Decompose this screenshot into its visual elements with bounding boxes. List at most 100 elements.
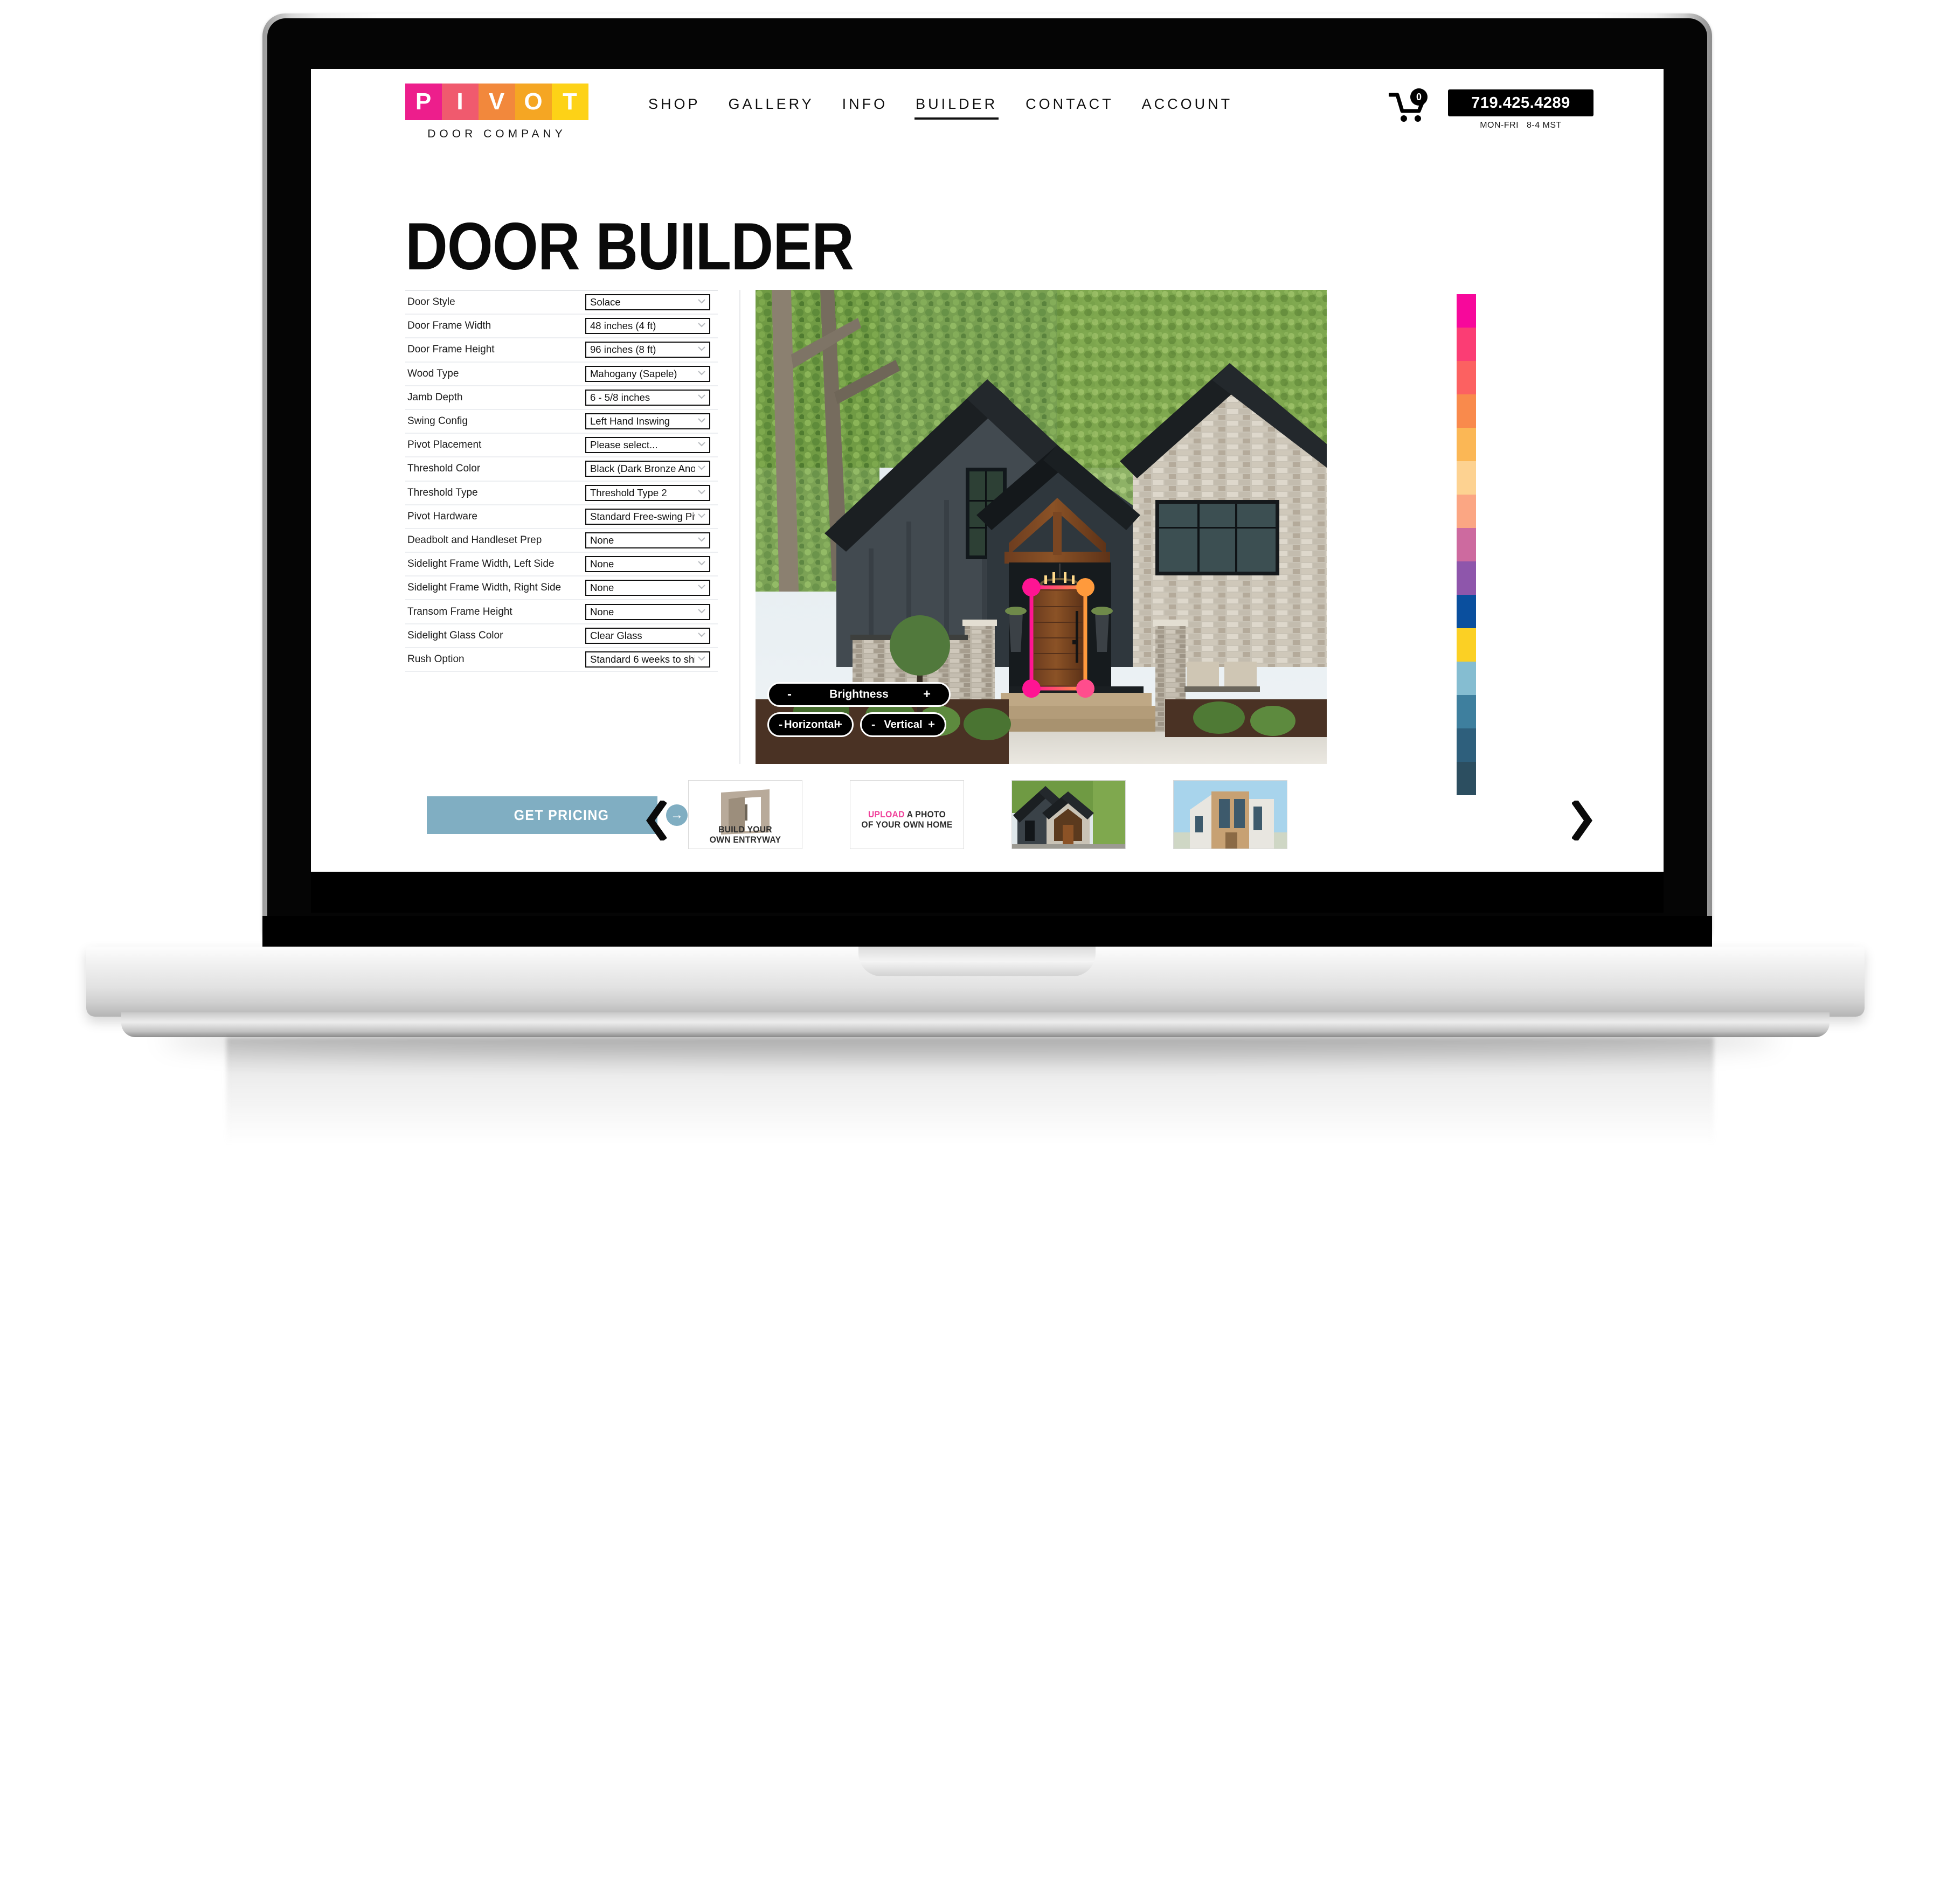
thumb-line1: BUILD YOUR <box>718 824 772 835</box>
form-row: Jamb Depth 6 - 5/8 inches <box>405 386 718 410</box>
select-wood-type[interactable]: Mahogany (Sapele) <box>585 365 710 382</box>
logo-letter-p: P <box>405 84 442 120</box>
chevron-down-icon <box>698 656 705 661</box>
form-row: Swing Config Left Hand Inswing <box>405 410 718 434</box>
position-controls: - Horizontal + - Vertical + <box>767 712 994 737</box>
house-photo-dark <box>1012 781 1125 849</box>
color-swatch[interactable] <box>1457 461 1476 495</box>
chevron-down-icon <box>698 632 705 637</box>
vertical-minus[interactable]: - <box>862 718 875 732</box>
nav-item-contact[interactable]: CONTACT <box>1011 96 1128 120</box>
color-swatch[interactable] <box>1457 495 1476 528</box>
color-swatch[interactable] <box>1457 428 1476 461</box>
select-door-frame-width[interactable]: 48 inches (4 ft) <box>585 318 710 335</box>
brightness-plus[interactable]: + <box>923 687 949 702</box>
color-swatch[interactable] <box>1457 662 1476 695</box>
brightness-control[interactable]: - Brightness + <box>767 682 951 707</box>
select-sidelight-glass-color[interactable]: Clear Glass <box>585 627 710 644</box>
select-sidelight-frame-width-right-side[interactable]: None <box>585 580 710 596</box>
color-swatch[interactable] <box>1457 695 1476 728</box>
carousel-thumb-light-house[interactable] <box>1173 780 1287 849</box>
laptop-mockup: P I V O T DOOR COMPANY SHOP GALLERY INFO… <box>0 0 1940 1904</box>
select-value: Mahogany (Sapele) <box>590 367 677 379</box>
form-row: Door Frame Height 96 inches (8 ft) <box>405 338 718 363</box>
select-jamb-depth[interactable]: 6 - 5/8 inches <box>585 389 710 406</box>
horizontal-plus[interactable]: + <box>835 718 852 732</box>
select-sidelight-frame-width-left-side[interactable]: None <box>585 556 710 573</box>
thumb-pink-word: UPLOAD <box>868 809 905 819</box>
select-pivot-placement[interactable]: Please select... <box>585 437 710 454</box>
color-swatch[interactable] <box>1457 328 1476 361</box>
form-row: Transom Frame Height None <box>405 600 718 624</box>
chevron-down-icon <box>698 465 705 470</box>
nav-item-gallery[interactable]: GALLERY <box>715 96 828 120</box>
select-value: 6 - 5/8 inches <box>590 391 650 403</box>
form-row: Door Frame Width 48 inches (4 ft) <box>405 315 718 339</box>
select-door-style[interactable]: Solace <box>585 294 710 311</box>
cart-count-badge: 0 <box>1410 88 1428 106</box>
laptop-base-notch <box>858 947 1096 976</box>
carousel-prev-button[interactable] <box>645 798 668 843</box>
select-rush-option[interactable]: Standard 6 weeks to ship <box>585 651 710 668</box>
nav-item-builder[interactable]: BUILDER <box>902 96 1011 120</box>
nav-item-shop[interactable]: SHOP <box>634 96 715 120</box>
logo-tagline: DOOR COMPANY <box>427 128 566 140</box>
column-divider <box>739 290 740 764</box>
select-value: None <box>590 558 614 570</box>
chevron-down-icon <box>698 537 705 542</box>
field-label: Sidelight Frame Width, Right Side <box>407 582 562 594</box>
select-threshold-type[interactable]: Threshold Type 2 <box>585 484 710 501</box>
phone-button[interactable]: 719.425.4289 <box>1448 89 1593 116</box>
color-swatch[interactable] <box>1457 394 1476 428</box>
image-adjust-controls: - Brightness + - Horizontal + - Vertical… <box>767 682 994 737</box>
brightness-minus[interactable]: - <box>769 687 792 702</box>
color-swatch[interactable] <box>1457 728 1476 762</box>
select-door-frame-height[interactable]: 96 inches (8 ft) <box>585 342 710 358</box>
horizontal-control[interactable]: - Horizontal + <box>767 712 854 737</box>
color-swatch[interactable] <box>1457 528 1476 561</box>
nav-item-account[interactable]: ACCOUNT <box>1128 96 1247 120</box>
nav-item-info[interactable]: INFO <box>828 96 902 120</box>
carousel-thumb-build-your-own[interactable]: BUILD YOUR OWN ENTRYWAY <box>688 780 802 849</box>
cart-button[interactable]: 0 <box>1388 88 1428 124</box>
select-pivot-hardware[interactable]: Standard Free-swing Pivot <box>585 508 710 525</box>
color-swatch[interactable] <box>1457 361 1476 394</box>
vertical-control[interactable]: - Vertical + <box>860 712 946 737</box>
thumb-line2: OWN ENTRYWAY <box>709 835 781 845</box>
color-swatch[interactable] <box>1457 294 1476 328</box>
logo-letter-o: O <box>515 84 552 120</box>
carousel-thumb-upload-photo[interactable]: UPLOAD A PHOTO OF YOUR OWN HOME <box>850 780 964 849</box>
chevron-left-icon <box>646 798 668 843</box>
chevron-down-icon <box>698 561 705 566</box>
field-label: Pivot Placement <box>407 439 482 451</box>
carousel-thumb-dark-house[interactable] <box>1011 780 1126 849</box>
house-photo-light <box>1174 781 1287 849</box>
field-label: Door Style <box>407 296 455 308</box>
brightness-label: Brightness <box>829 688 889 700</box>
select-transom-frame-height[interactable]: None <box>585 603 710 620</box>
select-value: None <box>590 582 614 594</box>
select-value: None <box>590 606 614 617</box>
thumb-caption: UPLOAD A PHOTO OF YOUR OWN HOME <box>855 809 959 830</box>
field-label: Swing Config <box>407 415 468 427</box>
color-swatch[interactable] <box>1457 595 1476 628</box>
color-swatch[interactable] <box>1457 561 1476 595</box>
select-deadbolt-and-handleset-prep[interactable]: None <box>585 532 710 548</box>
select-value: Standard Free-swing Pivot <box>590 510 695 522</box>
carousel-next-button[interactable] <box>1571 798 1593 843</box>
select-threshold-color[interactable]: Black (Dark Bronze Anodized) <box>585 461 710 477</box>
color-swatch[interactable] <box>1457 628 1476 662</box>
logo-letter-i: I <box>442 84 479 120</box>
laptop-screen: P I V O T DOOR COMPANY SHOP GALLERY INFO… <box>311 69 1664 913</box>
field-label: Transom Frame Height <box>407 606 512 617</box>
select-swing-config[interactable]: Left Hand Inswing <box>585 413 710 430</box>
logo-blocks: P I V O T <box>405 84 588 120</box>
chevron-down-icon <box>698 370 705 376</box>
select-value: 96 inches (8 ft) <box>590 344 656 356</box>
laptop-base-lip <box>121 1012 1830 1037</box>
select-value: 48 inches (4 ft) <box>590 320 656 332</box>
vertical-plus[interactable]: + <box>928 718 945 732</box>
horizontal-minus[interactable]: - <box>769 718 782 732</box>
select-value: Clear Glass <box>590 629 642 641</box>
site-logo[interactable]: P I V O T DOOR COMPANY <box>405 84 588 141</box>
